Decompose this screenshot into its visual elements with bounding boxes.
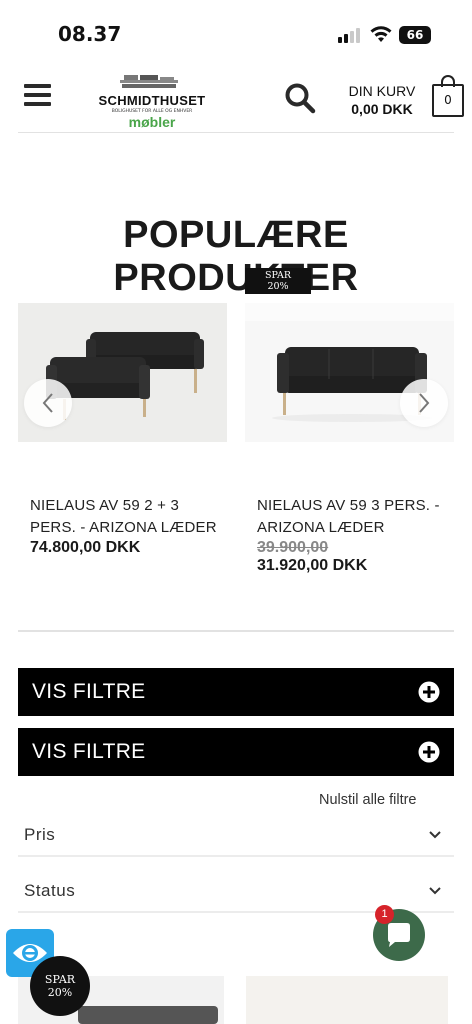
chevron-right-icon <box>419 393 430 413</box>
product-card[interactable]: NIELAUS AV 59 2 + 3 PERS. - ARIZONA LÆDE… <box>18 303 227 557</box>
cart-label[interactable]: DIN KURV <box>340 83 424 99</box>
chevron-left-icon <box>42 393 53 413</box>
product-price: 31.920,00 DKK <box>257 557 368 574</box>
battery-icon: 66 <box>399 26 431 44</box>
carousel-prev-button[interactable] <box>24 379 72 427</box>
chevron-down-icon <box>429 887 441 895</box>
chat-notification-badge: 1 <box>375 905 394 924</box>
section-divider <box>18 630 454 632</box>
logo-sub: møbler <box>128 114 176 130</box>
site-header: SCHMIDTHUSET BOLIGHUSET FOR ALLE OG ENHV… <box>0 64 472 132</box>
section-title: POPULÆRE PRODUKTER <box>113 214 359 299</box>
signal-icon <box>338 27 362 43</box>
carousel-next-button[interactable] <box>400 379 448 427</box>
product-title[interactable]: NIELAUS AV 59 3 PERS. - ARIZONA LÆDER <box>245 495 454 539</box>
chevron-down-icon <box>429 831 441 839</box>
product-title[interactable]: NIELAUS AV 59 2 + 3 PERS. - ARIZONA LÆDE… <box>18 495 227 539</box>
plus-circle-icon <box>418 741 440 763</box>
status-bar: 08.37 66 <box>0 0 472 64</box>
product-card[interactable]: NIELAUS AV 59 3 PERS. - ARIZONA LÆDER 39… <box>245 303 454 575</box>
filter-label: VIS FILTRE <box>32 680 146 703</box>
accordion-label: Pris <box>24 825 56 844</box>
product-thumbnail[interactable] <box>246 976 448 1024</box>
wifi-icon <box>370 26 392 42</box>
reset-filters-link[interactable]: Nulstil alle filtre <box>319 792 417 808</box>
header-divider <box>18 132 454 133</box>
show-filters-button[interactable]: VIS FILTRE <box>18 728 454 776</box>
product-price: 74.800,00 DKK <box>30 539 141 556</box>
plus-circle-icon <box>418 681 440 703</box>
cart-total[interactable]: 0,00 DKK <box>340 101 424 117</box>
status-time: 08.37 <box>58 22 122 46</box>
accordion-label: Status <box>24 881 76 900</box>
search-icon[interactable] <box>284 82 316 114</box>
filter-label: VIS FILTRE <box>32 740 146 763</box>
product-price-old: 39.900,00 <box>257 539 329 556</box>
cart-bag-icon[interactable]: 0 <box>432 84 464 117</box>
price-filter-accordion[interactable]: Pris <box>18 817 454 857</box>
logo[interactable]: SCHMIDTHUSET BOLIGHUSET FOR ALLE OG ENHV… <box>90 72 214 130</box>
show-filters-button[interactable]: VIS FILTRE <box>18 668 454 716</box>
discount-badge: SPAR 20% <box>30 956 90 1016</box>
logo-house-icon <box>120 75 178 88</box>
logo-name: SCHMIDTHUSET <box>98 93 206 108</box>
hamburger-menu-icon[interactable] <box>24 84 51 108</box>
discount-badge: SPAR 20% <box>245 268 311 294</box>
